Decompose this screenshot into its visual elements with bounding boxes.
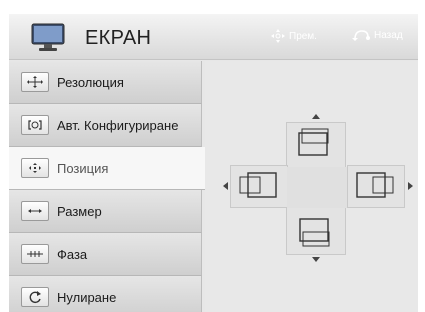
menu-item-position[interactable]: Позиция (9, 147, 205, 190)
resolution-icon (21, 72, 49, 92)
back-hint-label: Назад (374, 29, 403, 41)
back-hint[interactable]: Назад (352, 29, 403, 41)
size-icon (21, 201, 49, 221)
menu-item-size[interactable]: Размер (9, 190, 202, 233)
menu-item-auto-config[interactable]: Авт. Конфигуриране (9, 104, 202, 147)
move-right-arrow-icon[interactable] (408, 182, 413, 190)
position-icon (21, 158, 49, 178)
screen-left-icon[interactable] (239, 170, 277, 202)
position-control-area (205, 61, 418, 312)
menu-item-label: Размер (57, 203, 102, 219)
settings-menu: Резолюция Авт. Конфигуриране Позиция Раз… (9, 61, 205, 312)
back-return-icon (352, 30, 370, 41)
move-hint-label: Прем. (289, 30, 317, 42)
menu-item-label: Позиция (57, 160, 109, 176)
page-title: ЕКРАН (85, 27, 152, 49)
auto-config-icon (21, 115, 49, 135)
menu-item-label: Нулиране (57, 289, 117, 305)
phase-icon (21, 244, 49, 264)
header-bar: ЕКРАН Прем. Назад (9, 14, 418, 60)
menu-item-label: Резолюция (57, 74, 124, 90)
navigation-arrows-icon (271, 29, 285, 43)
move-down-arrow-icon[interactable] (312, 257, 320, 262)
reset-icon (21, 287, 49, 307)
menu-item-label: Авт. Конфигуриране (57, 117, 179, 133)
menu-item-reset[interactable]: Нулиране (9, 276, 202, 312)
position-frame-center (287, 167, 347, 208)
move-hint: Прем. (271, 29, 317, 43)
menu-item-label: Фаза (57, 246, 88, 262)
move-up-arrow-icon[interactable] (312, 114, 320, 119)
screen-up-icon[interactable] (298, 128, 332, 162)
monitor-icon (31, 23, 65, 51)
screen-right-icon[interactable] (356, 170, 394, 202)
menu-item-phase[interactable]: Фаза (9, 233, 202, 276)
menu-item-resolution[interactable]: Резолюция (9, 61, 202, 104)
move-left-arrow-icon[interactable] (223, 182, 228, 190)
screen-settings-panel: ЕКРАН Прем. Назад Резолюция Авт. Конфигу… (9, 14, 418, 312)
screen-down-icon[interactable] (299, 214, 333, 248)
